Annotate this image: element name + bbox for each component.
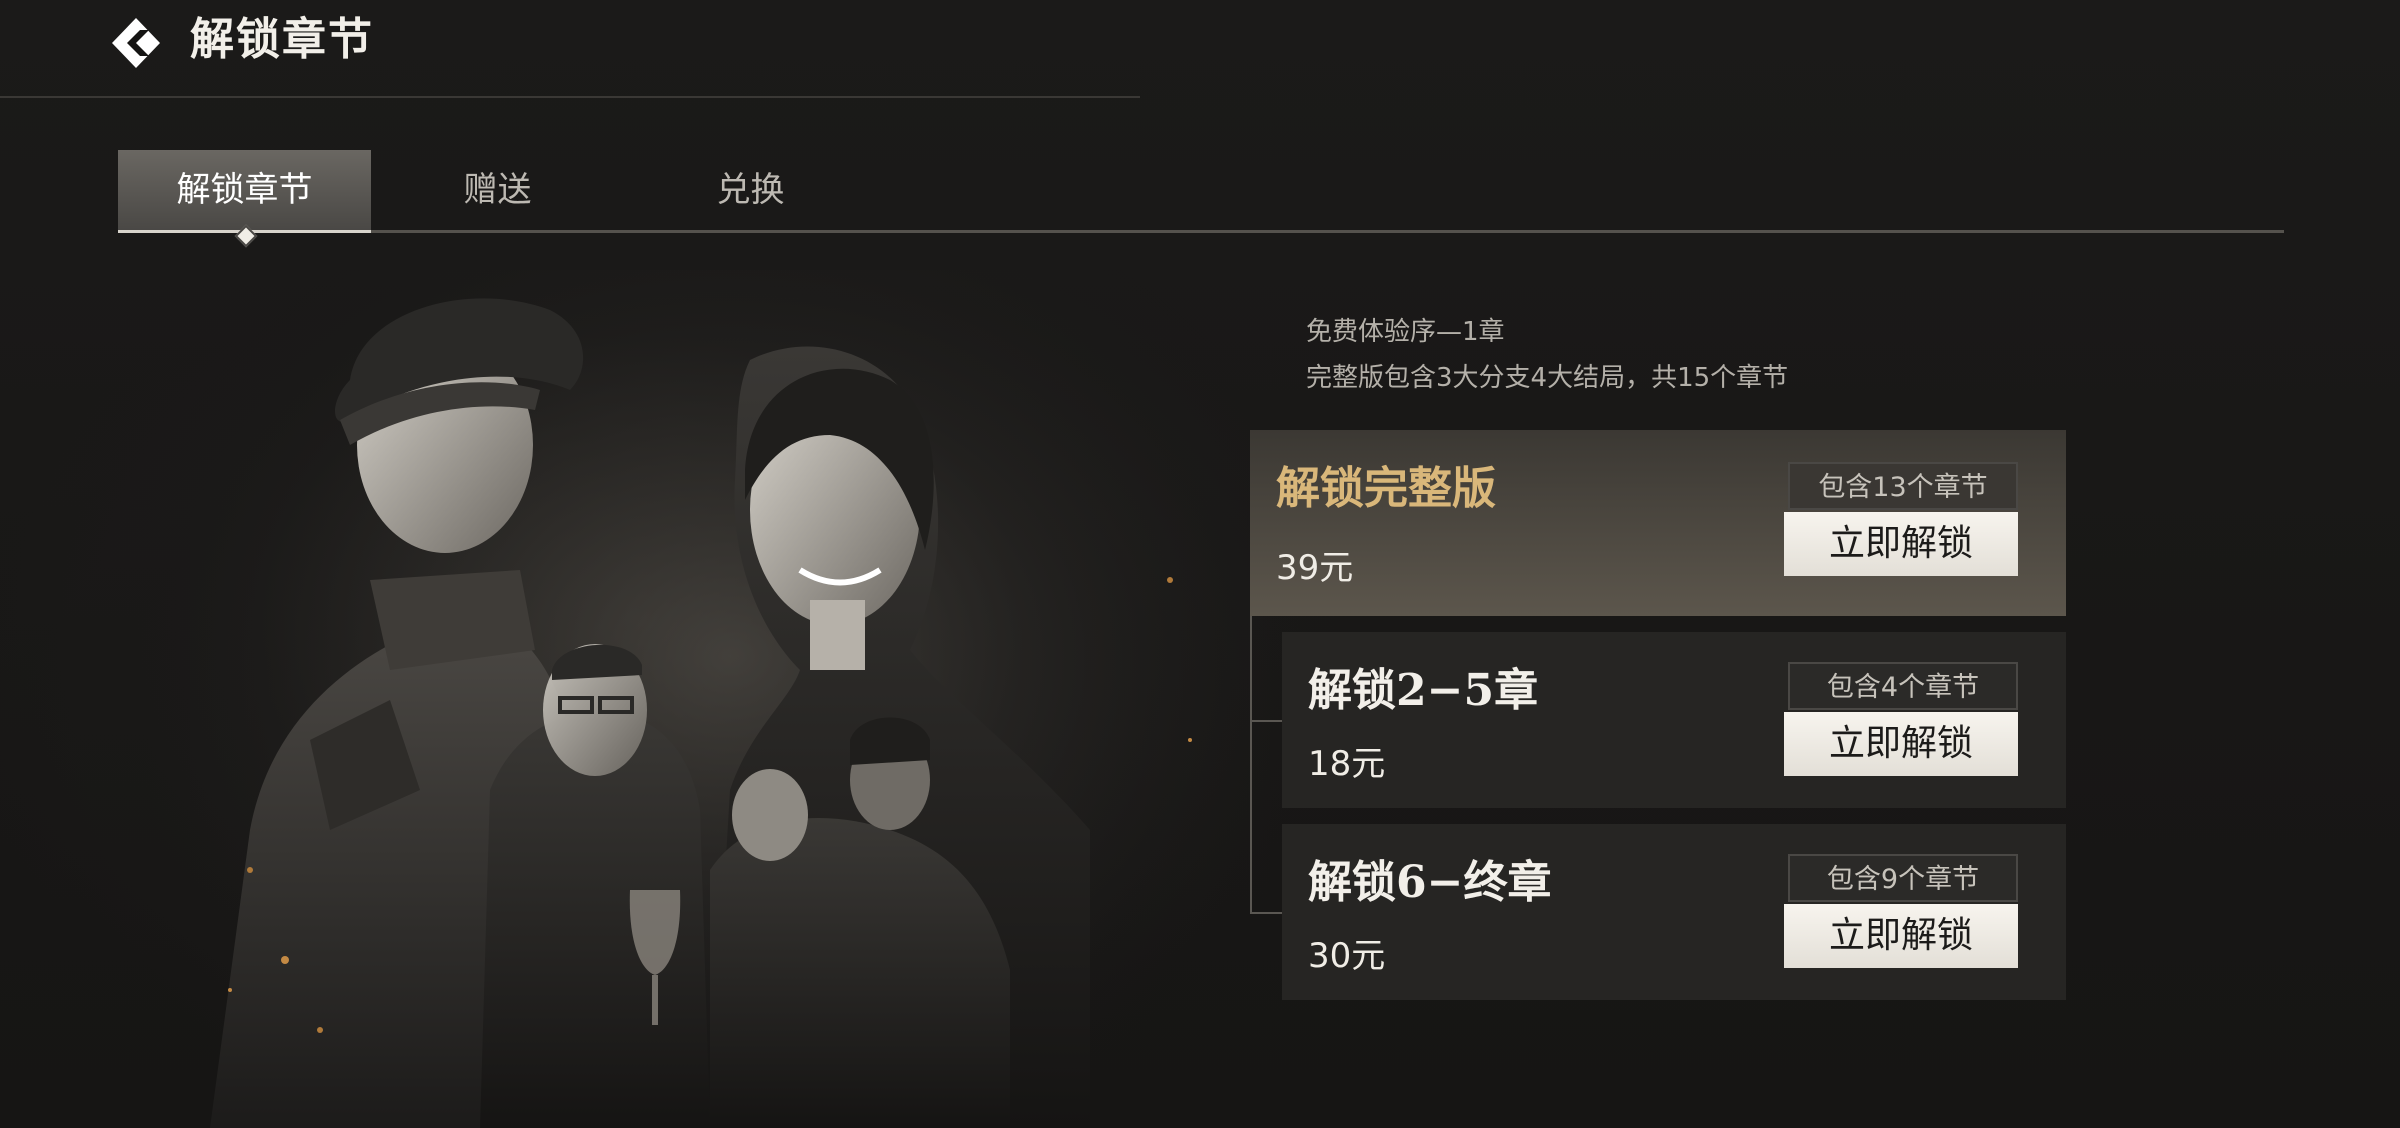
option-price: 30元 <box>1308 936 1386 976</box>
tree-connector-branch <box>1250 720 1282 722</box>
unlock-option-ch6-end: 解锁6−终章 30元 包含9个章节 立即解锁 <box>1282 824 2066 1000</box>
tree-connector-branch <box>1250 912 1282 914</box>
chapter-count-badge: 包含13个章节 <box>1788 462 2018 510</box>
unlock-now-button[interactable]: 立即解锁 <box>1784 712 2018 776</box>
back-diamond-icon <box>112 18 160 68</box>
unlock-option-ch2-5: 解锁2−5章 18元 包含4个章节 立即解锁 <box>1282 632 2066 808</box>
free-trial-note: 免费体验序—1章 <box>1306 317 1505 347</box>
option-title: 解锁完整版 <box>1276 463 1496 514</box>
tab-label: 解锁章节 <box>176 170 313 210</box>
unlock-option-full: 解锁完整版 39元 包含13个章节 立即解锁 <box>1250 430 2066 616</box>
tab-label: 赠送 <box>463 170 532 210</box>
option-title: 解锁2−5章 <box>1308 665 1539 716</box>
active-tab-indicator <box>234 224 258 248</box>
tree-connector <box>1250 614 1252 914</box>
chapter-count-badge: 包含4个章节 <box>1788 662 2018 710</box>
option-title: 解锁6−终章 <box>1308 857 1552 908</box>
unlock-now-button[interactable]: 立即解锁 <box>1784 512 2018 576</box>
unlock-chapters-screen: 解锁章节 解锁章节 赠送 兑换 免费体验序—1章 完整版包含3大分支4大结局，共… <box>0 0 2400 1128</box>
page-title: 解锁章节 <box>190 14 374 65</box>
full-version-note: 完整版包含3大分支4大结局，共15个章节 <box>1306 363 1789 393</box>
tab-redeem[interactable]: 兑换 <box>624 150 877 230</box>
unlock-now-button[interactable]: 立即解锁 <box>1784 904 2018 968</box>
back-button[interactable] <box>110 14 172 72</box>
top-bar: 解锁章节 <box>0 0 1140 98</box>
tab-label: 兑换 <box>716 170 785 210</box>
tab-unlock-chapters[interactable]: 解锁章节 <box>118 150 371 248</box>
option-price: 39元 <box>1276 548 1354 588</box>
tab-gift[interactable]: 赠送 <box>371 150 624 230</box>
tab-bar: 解锁章节 赠送 兑换 <box>118 150 2284 248</box>
option-price: 18元 <box>1308 744 1386 784</box>
cast-artwork-image <box>190 270 1270 1128</box>
chapter-count-badge: 包含9个章节 <box>1788 854 2018 902</box>
